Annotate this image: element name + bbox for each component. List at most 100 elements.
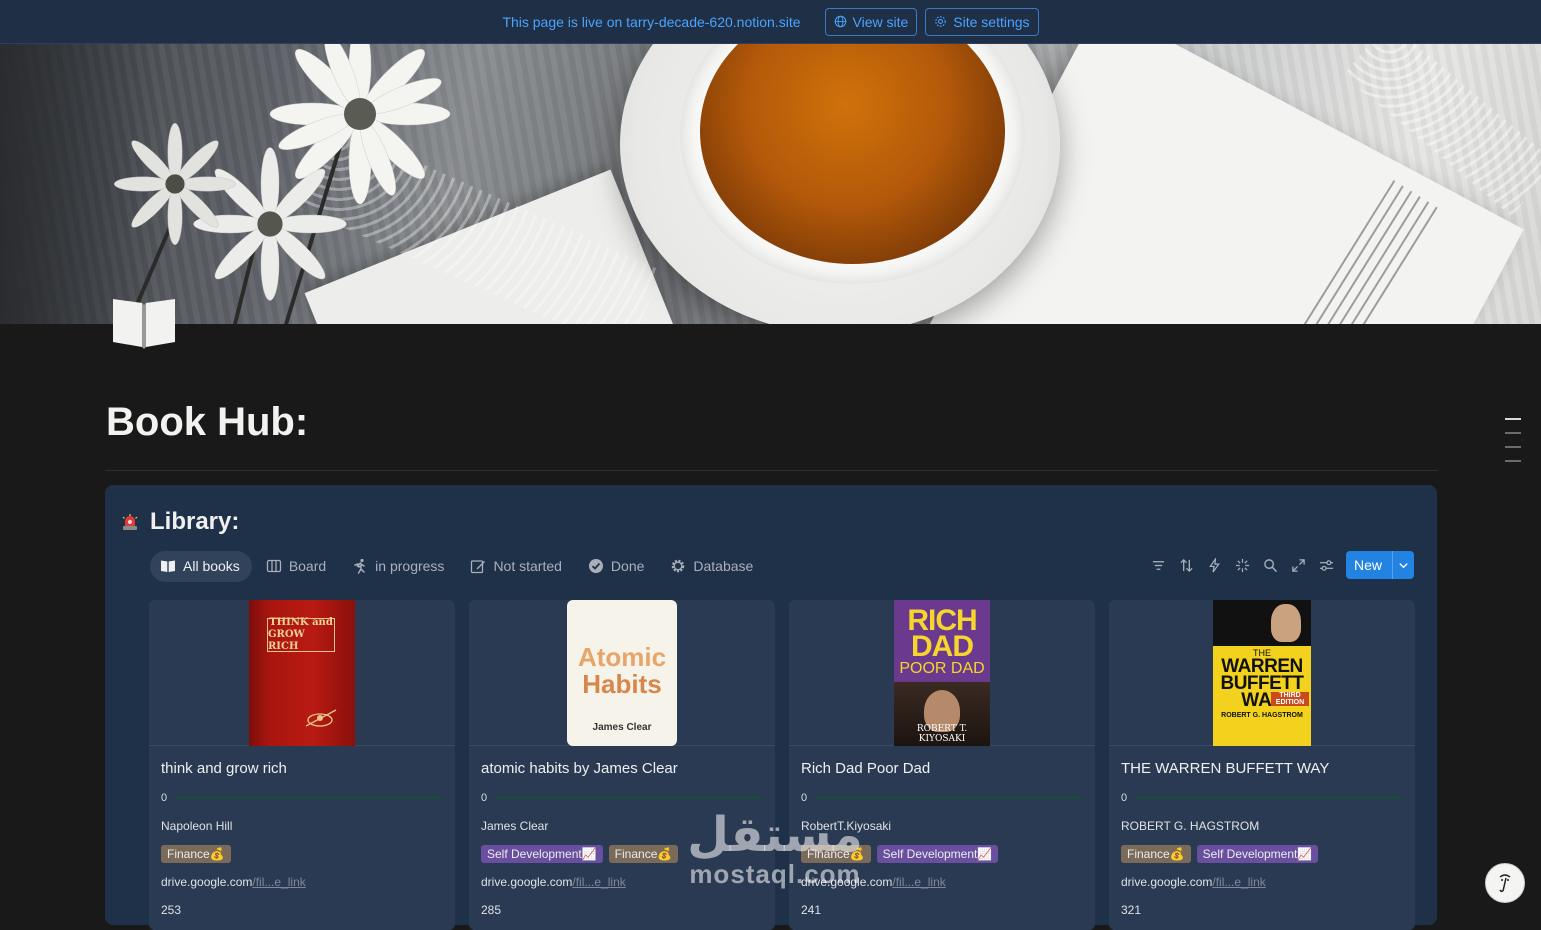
book-icon	[161, 560, 175, 572]
tab-label: Board	[288, 558, 327, 574]
lightning-icon	[1208, 557, 1220, 572]
tag-finance: Finance💰	[608, 845, 679, 863]
progress-bar	[176, 796, 443, 799]
library-title[interactable]: Library:	[150, 508, 239, 536]
view-site-label: View site	[852, 13, 909, 30]
card-author: ROBERT G. HAGSTROM	[1121, 819, 1260, 833]
cover-author: James Clear	[592, 722, 652, 733]
book-cover-warren-buffett-way: THE WARREN BUFFETT WAY THIRD EDITION ROB…	[1213, 600, 1311, 746]
card-title[interactable]: think and grow rich	[161, 760, 287, 777]
progress-bar	[816, 796, 1083, 799]
cover-photo: ROBERT T. KIYOSAKI	[894, 682, 990, 746]
cover-title-line: THINK and	[269, 617, 333, 628]
card-cover: Atomic Habits James Clear	[469, 600, 775, 746]
link-path[interactable]: /fil...e_link	[252, 875, 305, 889]
progress-value: 0	[1121, 792, 1128, 804]
book-card[interactable]: THINK and GROW RICH think and grow rich …	[149, 600, 455, 930]
expand-icon	[1291, 558, 1305, 572]
running-icon	[354, 558, 365, 574]
new-label[interactable]: New	[1346, 557, 1392, 573]
cover-author: ROBERT G. HAGSTROM	[1221, 712, 1303, 719]
chevron-down-icon	[1399, 562, 1408, 568]
tab-board[interactable]: Board	[256, 551, 338, 582]
link-path[interactable]: /fil...e_link	[892, 875, 945, 889]
search-button[interactable]	[1260, 555, 1280, 575]
tab-label: in progress	[375, 558, 445, 574]
card-tags: Self Development📈 Finance💰	[481, 845, 679, 863]
card-title[interactable]: atomic habits by James Clear	[481, 760, 678, 777]
filter-icon	[1152, 560, 1164, 570]
tag-self-development: Self Development📈	[481, 845, 603, 863]
new-button[interactable]: New	[1346, 551, 1414, 579]
link-host[interactable]: drive.google.com	[161, 875, 252, 889]
ai-button[interactable]	[1232, 555, 1252, 575]
card-pages: 241	[801, 903, 822, 917]
tab-label: Done	[610, 558, 645, 574]
sort-button[interactable]	[1176, 555, 1196, 575]
help-button[interactable]	[1485, 863, 1525, 903]
book-card[interactable]: THE WARREN BUFFETT WAY THIRD EDITION ROB…	[1109, 600, 1415, 930]
card-pages: 253	[161, 903, 182, 917]
card-cover: THE WARREN BUFFETT WAY THIRD EDITION ROB…	[1109, 600, 1415, 746]
tab-all-books[interactable]: All books	[150, 550, 252, 582]
tab-done[interactable]: Done	[578, 551, 656, 582]
live-banner: This page is live on tarry-decade-620.no…	[0, 0, 1541, 44]
book-cover-rich-dad-poor-dad: RICH DAD POOR DAD ROBERT T. KIYOSAKI	[894, 600, 990, 746]
link-host[interactable]: drive.google.com	[1121, 875, 1212, 889]
card-link[interactable]: drive.google.com/fil...e_link	[1121, 875, 1266, 889]
settings-sliders-icon	[1319, 559, 1333, 571]
database-toolbar	[1148, 552, 1336, 578]
page-title[interactable]: Book Hub:	[106, 400, 308, 445]
tab-in-progress[interactable]: in progress	[342, 551, 456, 582]
table-of-contents-minimap[interactable]	[1505, 418, 1521, 474]
card-pages: 321	[1121, 903, 1142, 917]
link-path[interactable]: /fil...e_link	[572, 875, 625, 889]
toc-line[interactable]	[1505, 446, 1521, 448]
link-path[interactable]: /fil...e_link	[1212, 875, 1265, 889]
filter-button[interactable]	[1148, 555, 1168, 575]
cover-edition: THIRD EDITION	[1271, 692, 1309, 706]
automation-button[interactable]	[1204, 555, 1224, 575]
view-site-button[interactable]: View site	[824, 7, 918, 36]
page-cover-image[interactable]	[0, 44, 1541, 324]
watermark: مستقل mostaql.com	[675, 805, 875, 905]
card-author: Napoleon Hill	[161, 819, 233, 833]
card-link[interactable]: drive.google.com/fil...e_link	[481, 875, 626, 889]
gear-icon	[935, 16, 947, 27]
cover-author: ROBERT T. KIYOSAKI	[916, 724, 968, 744]
tab-not-started[interactable]: Not started	[460, 551, 573, 582]
card-link[interactable]: drive.google.com/fil...e_link	[161, 875, 306, 889]
open-book-icon[interactable]	[111, 295, 177, 349]
link-host[interactable]: drive.google.com	[481, 875, 572, 889]
card-pages: 285	[481, 903, 502, 917]
view-settings-button[interactable]	[1316, 555, 1336, 575]
toc-line[interactable]	[1505, 418, 1521, 420]
globe-icon	[834, 15, 846, 28]
new-dropdown-button[interactable]	[1393, 560, 1414, 571]
site-settings-button[interactable]: Site settings	[925, 7, 1039, 36]
toc-line[interactable]	[1505, 460, 1521, 462]
expand-button[interactable]	[1288, 555, 1308, 575]
watermark-arabic: مستقل	[687, 807, 863, 863]
siren-icon	[122, 514, 138, 530]
gear-icon	[672, 559, 685, 573]
live-text: This page is live on tarry-decade-620.no…	[502, 13, 801, 30]
sort-icon	[1179, 558, 1193, 572]
cover-title-line: Habits	[582, 669, 662, 699]
progress-bar	[496, 796, 763, 799]
tab-label: Not started	[493, 558, 562, 574]
tab-database[interactable]: Database	[660, 551, 765, 582]
toc-line[interactable]	[1505, 432, 1521, 434]
progress-bar	[1136, 796, 1403, 799]
tag-self-development: Self Development📈	[876, 845, 999, 863]
cover-daisies	[113, 44, 451, 324]
card-title[interactable]: Rich Dad Poor Dad	[801, 760, 930, 777]
card-title[interactable]: THE WARREN BUFFETT WAY	[1121, 760, 1329, 777]
tag-self-development: Self Development📈	[1196, 845, 1319, 863]
progress-value: 0	[801, 792, 808, 804]
view-tabs: All books Board in progress Not started …	[150, 550, 765, 582]
notion-ai-face-icon	[1499, 874, 1511, 893]
site-settings-label: Site settings	[953, 13, 1030, 30]
cover-emblem	[305, 709, 337, 727]
cover-title-line: GROW RICH	[268, 629, 305, 652]
